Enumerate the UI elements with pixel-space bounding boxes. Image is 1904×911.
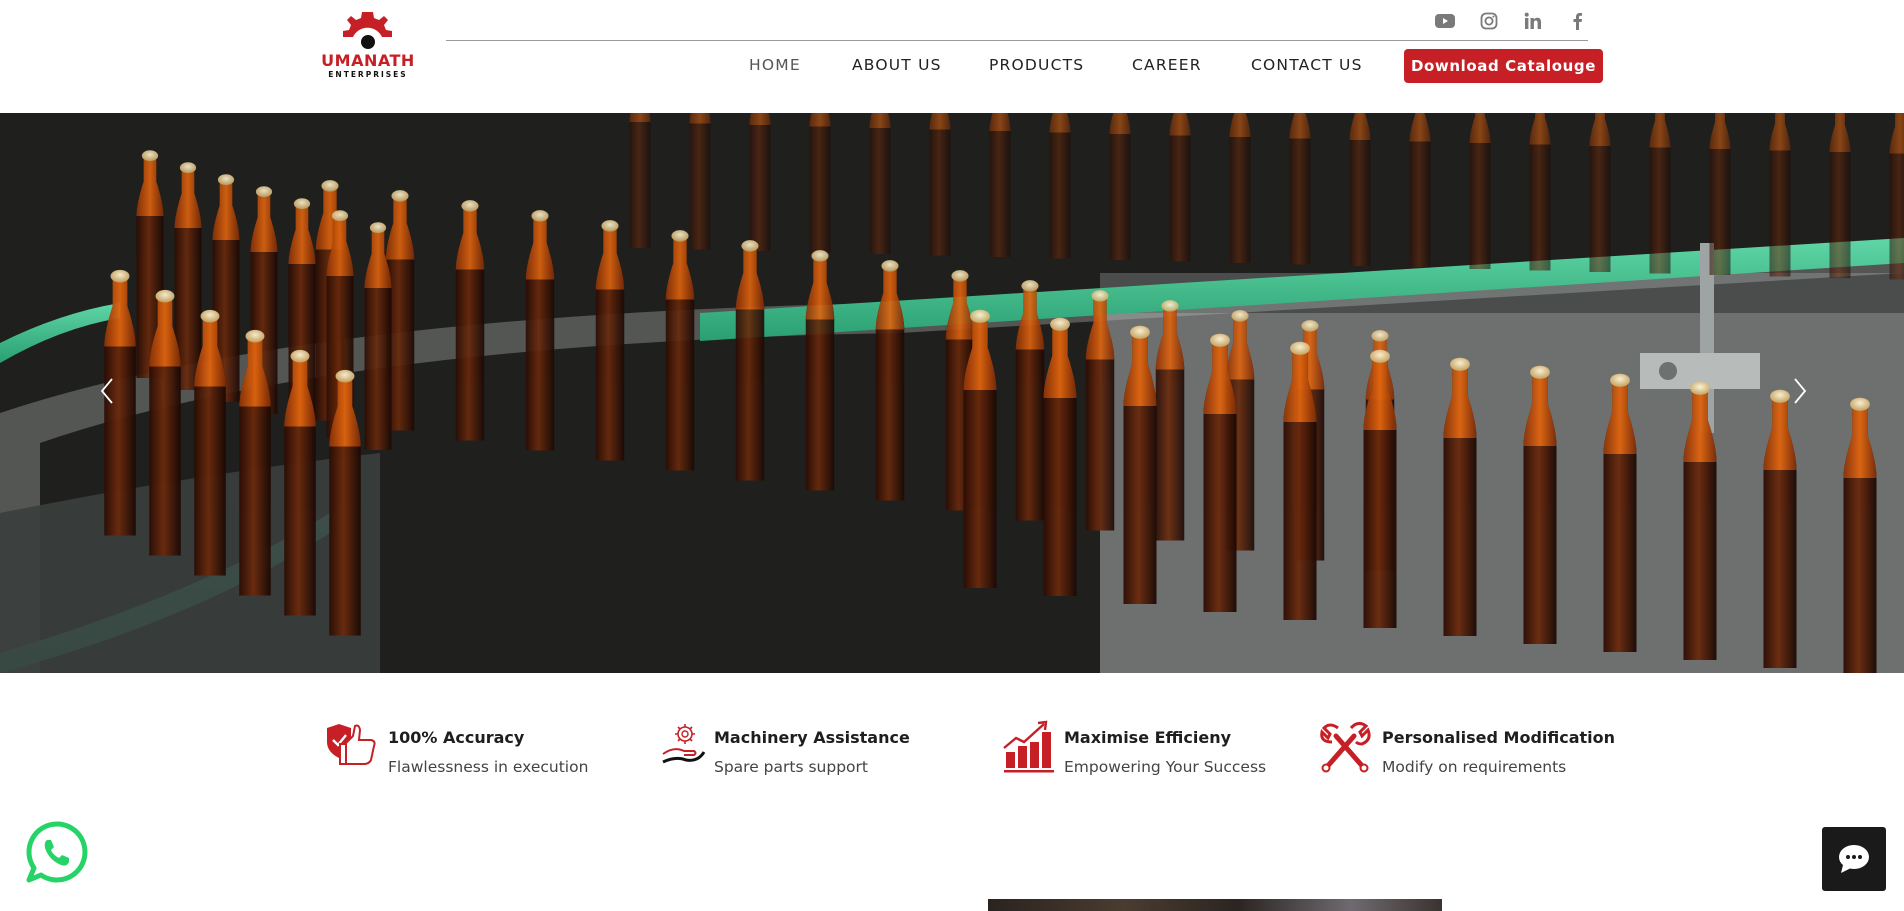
header-divider — [446, 40, 1588, 41]
wrench-tools-icon — [1320, 721, 1371, 773]
youtube-icon[interactable] — [1434, 10, 1456, 32]
feature-subtitle: Empowering Your Success — [1064, 758, 1267, 776]
feature-subtitle: Modify on requirements — [1382, 758, 1567, 776]
feature-title: 100% Accuracy — [388, 728, 525, 747]
hero-image — [0, 113, 1904, 673]
linkedin-icon[interactable] — [1522, 10, 1544, 32]
hero-prev-arrow[interactable] — [92, 371, 122, 411]
chat-button[interactable] — [1822, 827, 1886, 891]
nav-contact-us[interactable]: CONTACT US — [1251, 56, 1363, 74]
hero-slider — [0, 113, 1904, 673]
brand-logo[interactable]: UMANATH ENTERPRISES — [320, 8, 416, 79]
brand-tagline: ENTERPRISES — [328, 70, 408, 79]
chevron-left-icon — [100, 378, 113, 404]
hero-next-arrow[interactable] — [1785, 371, 1815, 411]
chat-icon — [1839, 845, 1869, 873]
feature-subtitle: Spare parts support — [714, 758, 868, 776]
social-links — [1434, 10, 1588, 32]
growth-chart-icon — [1003, 720, 1054, 773]
whatsapp-icon — [26, 821, 88, 883]
brand-name: UMANATH — [321, 51, 415, 70]
nav-home[interactable]: HOME — [749, 56, 801, 74]
feature-title: Personalised Modification — [1382, 728, 1616, 747]
nav-about-us[interactable]: ABOUT US — [852, 56, 942, 74]
instagram-icon[interactable] — [1478, 10, 1500, 32]
feature-subtitle: Flawlessness in execution — [388, 758, 589, 776]
feature-title: Maximise Efficieny — [1064, 728, 1232, 747]
nav-career[interactable]: CAREER — [1132, 56, 1202, 74]
download-catalogue-button[interactable]: Download Catalouge — [1404, 49, 1603, 83]
gear-hand-icon — [662, 724, 706, 764]
chevron-right-icon — [1794, 378, 1807, 404]
site-header: UMANATH ENTERPRISES HOME ABOUT US PRODUC… — [0, 0, 1904, 113]
gear-logo-icon — [343, 12, 392, 49]
thumbs-up-shield-icon — [327, 724, 376, 765]
feature-title: Machinery Assistance — [714, 728, 910, 747]
whatsapp-button[interactable] — [25, 820, 89, 884]
section-preview-image — [988, 899, 1442, 911]
nav-products[interactable]: PRODUCTS — [989, 56, 1084, 74]
facebook-icon[interactable] — [1566, 10, 1588, 32]
